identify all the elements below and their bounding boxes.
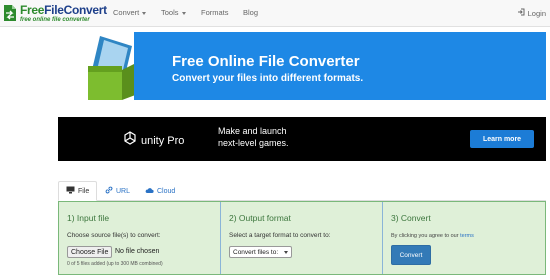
input-file-instruction: Choose source file(s) to convert: [67,232,161,239]
hero-subtitle: Convert your files into different format… [172,73,364,84]
ad-copy: Make and launch next-level games. [218,125,289,149]
nav-convert-menu[interactable]: Convert [113,8,147,17]
brand-tagline: free online file converter [20,16,90,23]
login-label: Login [527,8,546,18]
output-format-instruction: Select a target format to convert to: [229,232,331,239]
site-logo[interactable]: FreeFileConvert free online file convert… [2,2,107,24]
terms-agreement: By clicking you agree to our terms [391,233,474,239]
tab-file[interactable]: File [58,181,98,201]
output-format-step: 2) Output format Select a target format … [220,202,382,274]
ad-learn-more-button[interactable]: Learn more [470,130,534,148]
convert-button[interactable]: Convert [391,245,431,265]
nav-tools-menu[interactable]: Tools [161,8,186,17]
output-format-title: 2) Output format [229,213,291,223]
login-link[interactable]: Login [517,8,546,18]
nav-formats-label: Formats [201,8,229,17]
choose-file-button[interactable]: Choose File [67,246,113,258]
nav-blog-label: Blog [243,8,259,17]
hero-folder-illustration [58,32,154,100]
tab-url-label: URL [116,187,131,195]
chevron-down-icon [142,11,147,15]
terms-link[interactable]: terms [460,233,474,239]
tab-cloud-label: Cloud [157,187,176,195]
nav-blog-link[interactable]: Blog [243,8,258,17]
link-icon [105,186,113,196]
convert-title: 3) Convert [391,213,431,223]
tab-file-label: File [78,187,90,195]
brand-name-prefix: Free [20,2,45,17]
hero-title: Free Online File Converter [172,53,360,70]
nav-tools-label: Tools [161,8,179,17]
ad-line-1: Make and launch [218,126,287,136]
target-format-select-value: Convert files to: [233,248,279,256]
hero-banner: Free Online File Converter Convert your … [58,32,546,100]
unity-ad-banner[interactable]: unity Pro Make and launch next-level gam… [58,117,546,161]
input-file-step: 1) Input file Choose source file(s) to c… [59,202,220,274]
file-count-text: 0 of 5 files added (up to 300 MB combine… [67,261,163,267]
nav-convert-label: Convert [113,8,140,17]
target-format-select[interactable]: Convert files to: [229,246,292,258]
ad-line-2: next-level games. [218,138,289,148]
unity-cube-icon [123,131,137,150]
file-convert-logo-icon [2,4,18,22]
input-source-tabs: File URL Cloud [58,181,546,201]
monitor-icon [66,186,75,196]
chevron-down-icon [284,251,288,254]
tab-url[interactable]: URL [98,181,137,201]
nav-formats-link[interactable]: Formats [201,8,229,17]
cloud-icon [145,187,154,196]
chevron-down-icon [181,11,186,15]
login-icon [517,8,525,18]
unity-logo: unity Pro [123,131,184,150]
unity-logo-text: unity Pro [141,134,185,147]
input-file-title: 1) Input file [67,213,110,223]
file-chosen-status: No file chosen [115,248,160,255]
brand-name-rest: FileConvert [44,2,107,17]
top-navbar: FreeFileConvert free online file convert… [0,0,550,27]
tab-cloud[interactable]: Cloud [138,181,182,201]
converter-panel: 1) Input file Choose source file(s) to c… [58,201,546,275]
convert-step: 3) Convert By clicking you agree to our … [382,202,545,274]
terms-agreement-text: By clicking you agree to our [391,233,459,239]
